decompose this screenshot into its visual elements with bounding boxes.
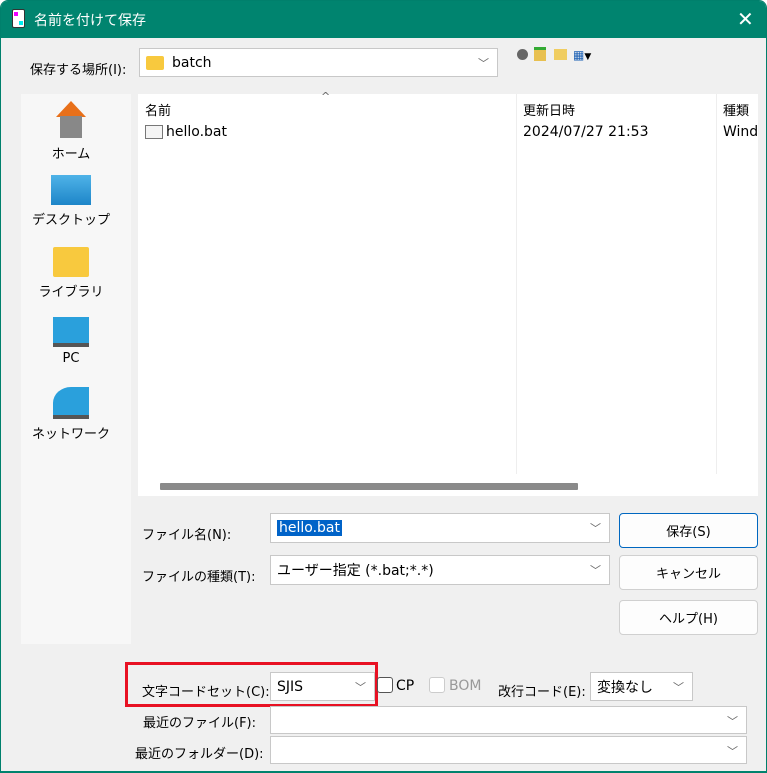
column-divider	[516, 94, 517, 474]
place-library[interactable]: ライブラリ	[21, 247, 121, 300]
chevron-down-icon: ﹀	[590, 564, 601, 577]
cancel-button[interactable]: キャンセル	[619, 555, 758, 590]
save-as-dialog: 名前を付けて保存 ✕ 保存する場所(I): batch ﹀ ▦▼ ホーム デスク…	[0, 0, 767, 773]
pc-icon	[53, 317, 89, 347]
cp-checkbox[interactable]	[377, 677, 393, 693]
chevron-down-icon: ﹀	[590, 522, 601, 535]
filetype-label: ファイルの種類(T):	[142, 570, 256, 585]
chevron-down-icon: ﹀	[355, 681, 366, 694]
up-folder-icon[interactable]	[534, 47, 546, 61]
dialog-title: 名前を付けて保存	[34, 13, 146, 29]
filetype-dropdown[interactable]: ユーザー指定 (*.bat;*.*) ﹀	[270, 555, 610, 585]
column-header-name[interactable]: 名前	[145, 100, 171, 119]
place-pc[interactable]: PC	[21, 317, 121, 366]
chevron-down-icon: ﹀	[727, 745, 738, 758]
place-home[interactable]: ホーム	[21, 101, 121, 162]
chevron-down-icon: ﹀	[673, 681, 684, 694]
home-icon	[52, 101, 90, 139]
file-row[interactable]: hello.bat 2024/07/27 21:53 Wind	[138, 122, 758, 144]
recent-files-dropdown[interactable]: ﹀	[270, 706, 747, 734]
newline-value: 変換なし	[597, 679, 653, 696]
back-icon[interactable]	[517, 49, 528, 60]
cp-label: CP	[396, 678, 415, 694]
title-bar: 名前を付けて保存 ✕	[1, 1, 766, 38]
place-label: デスクトップ	[31, 213, 110, 228]
place-label: ホーム	[51, 147, 91, 162]
new-folder-icon[interactable]	[554, 49, 567, 60]
file-name: hello.bat	[166, 124, 227, 140]
horizontal-scrollbar[interactable]	[160, 483, 578, 490]
view-menu-icon[interactable]: ▦▼	[573, 48, 591, 62]
place-network[interactable]: ネットワーク	[21, 387, 121, 442]
sort-indicator-icon: ^	[321, 90, 331, 103]
column-header-type[interactable]: 種類	[723, 100, 749, 119]
location-dropdown[interactable]: batch ﹀	[139, 48, 498, 77]
bom-label: BOM	[449, 678, 482, 694]
filename-value: hello.bat	[277, 520, 342, 536]
save-button[interactable]: 保存(S)	[619, 513, 758, 548]
recent-folders-label: 最近のフォルダー(D):	[135, 747, 264, 762]
chevron-down-icon: ﹀	[478, 57, 489, 70]
column-header-modified[interactable]: 更新日時	[523, 100, 575, 119]
filetype-value: ユーザー指定 (*.bat;*.*)	[277, 563, 434, 579]
column-divider	[716, 94, 717, 474]
file-list[interactable]: ^ 名前 更新日時 種類 hello.bat 2024/07/27 21:53 …	[138, 90, 758, 496]
folder-icon	[146, 55, 164, 70]
place-desktop[interactable]: デスクトップ	[21, 175, 121, 228]
newline-label: 改行コード(E):	[498, 685, 586, 700]
location-label: 保存する場所(I):	[30, 63, 127, 78]
encoding-value: SJIS	[277, 678, 304, 695]
chevron-down-icon: ﹀	[727, 715, 738, 728]
help-button[interactable]: ヘルプ(H)	[619, 600, 758, 635]
place-label: PC	[62, 351, 80, 366]
filename-input[interactable]: hello.bat ﹀	[270, 513, 610, 543]
newline-dropdown[interactable]: 変換なし ﹀	[590, 672, 693, 701]
bat-file-icon	[145, 125, 163, 139]
close-button[interactable]: ✕	[737, 7, 754, 31]
app-icon	[12, 9, 25, 28]
desktop-icon	[51, 175, 91, 205]
encoding-label: 文字コードセット(C):	[142, 685, 270, 700]
recent-files-label: 最近のファイル(F):	[143, 716, 257, 731]
network-icon	[53, 387, 89, 419]
location-value: batch	[172, 54, 212, 71]
place-label: ライブラリ	[38, 285, 104, 300]
filename-label: ファイル名(N):	[142, 528, 232, 543]
library-folder-icon	[53, 247, 89, 277]
bom-checkbox[interactable]	[429, 677, 445, 693]
file-modified: 2024/07/27 21:53	[523, 124, 649, 140]
encoding-dropdown[interactable]: SJIS ﹀	[270, 672, 375, 701]
file-type: Wind	[723, 124, 759, 140]
place-label: ネットワーク	[31, 427, 110, 442]
recent-folders-dropdown[interactable]: ﹀	[270, 736, 747, 764]
